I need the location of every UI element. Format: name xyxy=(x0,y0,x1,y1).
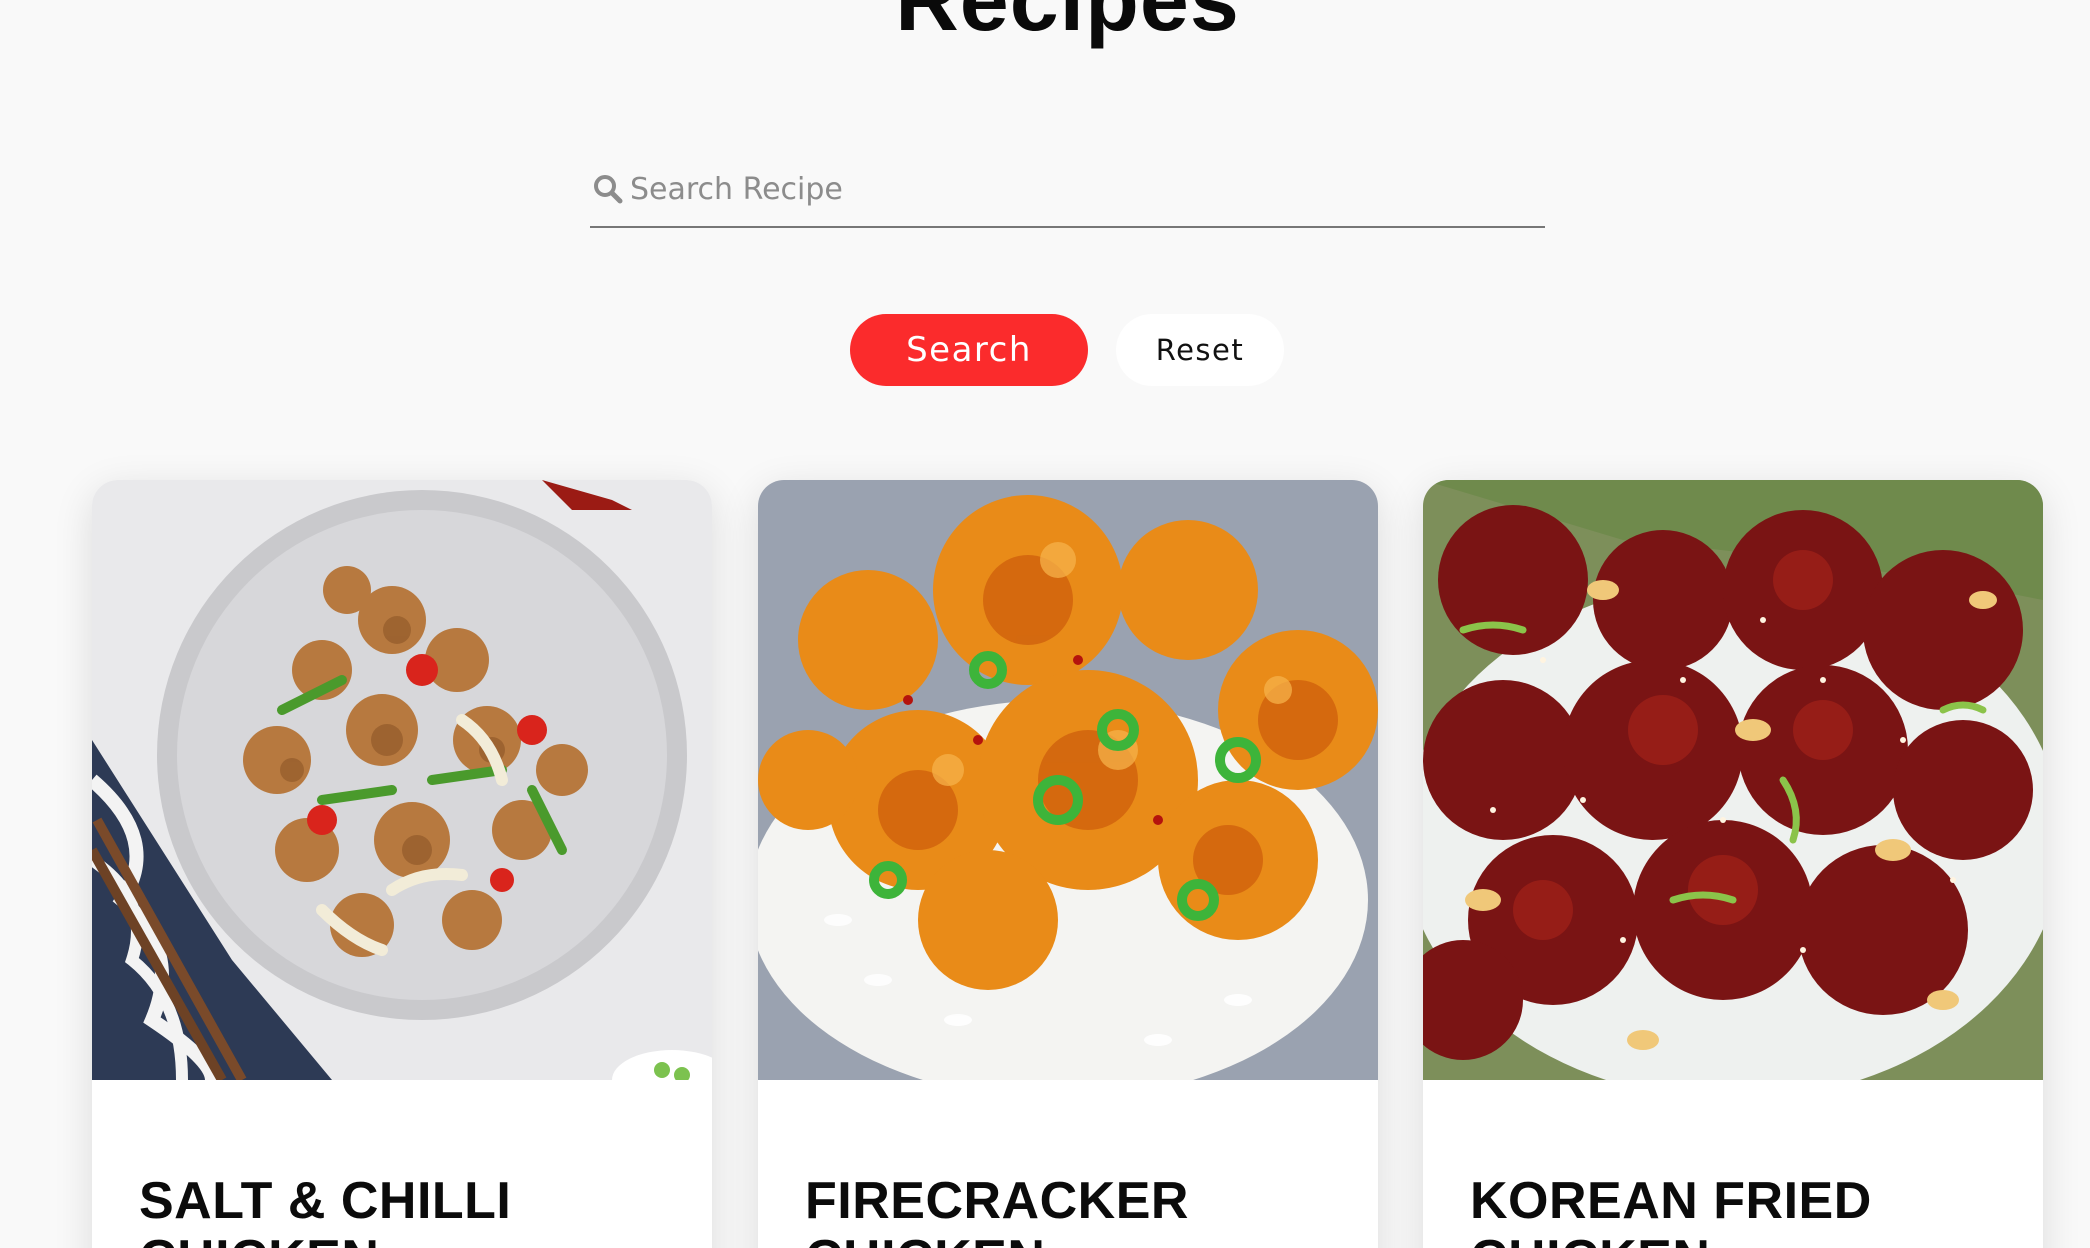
search-button[interactable]: Search xyxy=(850,314,1088,386)
recipe-card[interactable]: KOREAN FRIED CHICKEN xyxy=(1423,480,2043,1248)
reset-button[interactable]: Reset xyxy=(1116,314,1284,386)
search-icon xyxy=(590,171,626,207)
recipe-title: KOREAN FRIED CHICKEN xyxy=(1470,1172,1872,1248)
recipe-title: SALT & CHILLI CHICKEN xyxy=(139,1172,512,1248)
recipe-image xyxy=(758,480,1378,1080)
search-input[interactable] xyxy=(630,159,1545,219)
recipe-title: FIRECRACKER CHICKEN xyxy=(805,1172,1189,1248)
recipe-card[interactable]: SALT & CHILLI CHICKEN xyxy=(92,480,712,1248)
search-bar xyxy=(590,152,1545,228)
recipe-image xyxy=(92,480,712,1080)
recipe-card[interactable]: FIRECRACKER CHICKEN xyxy=(758,480,1378,1248)
recipes-page: Recipes Search Reset xyxy=(0,0,2090,1248)
page-title: Recipes xyxy=(0,0,2090,44)
recipe-image xyxy=(1423,480,2043,1080)
